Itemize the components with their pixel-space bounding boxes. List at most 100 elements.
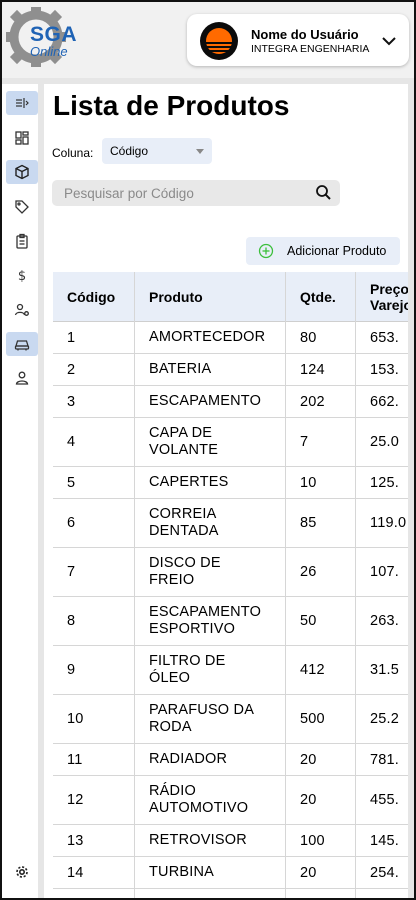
clipboard-icon	[16, 233, 28, 249]
cell-qtde: 412	[286, 646, 356, 694]
sidebar-item-tags[interactable]	[6, 195, 38, 219]
header-qtde[interactable]: Qtde.	[286, 272, 356, 322]
cell-preco-varejo: 781.	[356, 744, 408, 775]
cell-produto: RETROVISOR	[135, 825, 286, 856]
cell-preco-varejo: 254.	[356, 857, 408, 888]
cell-produto: VELA DE	[135, 889, 286, 898]
table-row[interactable]: 14 TURBINA 20 254.	[53, 857, 408, 889]
add-product-label: Adicionar Produto	[287, 244, 387, 258]
cell-preco-varejo: 119.0	[356, 499, 408, 547]
search-icon[interactable]	[315, 184, 332, 201]
cell-produto: RÁDIO AUTOMOTIVO	[135, 776, 286, 824]
table-row[interactable]: 9 FILTRO DE ÓLEO 412 31.5	[53, 646, 408, 695]
logo-subtext: Online	[30, 44, 68, 59]
sidebar-item-orders[interactable]	[6, 229, 38, 253]
table-row[interactable]: 8 ESCAPAMENTO ESPORTIVO 50 263.	[53, 597, 408, 646]
cell-qtde: 100	[286, 825, 356, 856]
table-row[interactable]: 1 AMORTECEDOR 80 653.	[53, 322, 408, 354]
cell-preco-varejo: 153.	[356, 354, 408, 385]
cell-produto: FILTRO DE ÓLEO	[135, 646, 286, 694]
app-header: SGA Online Nome do Usuário INTEGRA ENGEN…	[2, 2, 414, 78]
sidebar-item-users[interactable]	[6, 366, 38, 390]
cell-produto: RADIADOR	[135, 744, 286, 775]
cell-produto: BATERIA	[135, 354, 286, 385]
cell-qtde: 85	[286, 499, 356, 547]
table-row[interactable]: 6 CORREIA DENTADA 85 119.0	[53, 499, 408, 548]
sidebar-item-user-settings[interactable]	[6, 298, 38, 322]
user-icon	[15, 371, 29, 385]
cell-produto: ESCAPAMENTO ESPORTIVO	[135, 597, 286, 645]
dollar-icon: $	[18, 269, 26, 283]
page-title: Lista de Produtos	[53, 90, 290, 121]
sidebar-item-finance[interactable]: $	[6, 263, 38, 287]
table-row[interactable]: 3 ESCAPAMENTO 202 662.	[53, 386, 408, 418]
cell-codigo: 7	[53, 548, 135, 596]
user-menu[interactable]: Nome do Usuário INTEGRA ENGENHARIA	[187, 14, 409, 66]
table-row[interactable]: 7 DISCO DE FREIO 26 107.	[53, 548, 408, 597]
chevron-down-icon[interactable]	[380, 32, 398, 50]
search-input[interactable]: Pesquisar por Código	[52, 180, 340, 206]
add-circle-icon	[258, 243, 274, 259]
cell-qtde: 20	[286, 744, 356, 775]
table-row[interactable]: 13 RETROVISOR 100 145.	[53, 825, 408, 857]
cell-codigo: 4	[53, 418, 135, 466]
cell-preco-varejo	[356, 889, 408, 898]
main-content: Lista de Produtos Coluna: Código Pesquis…	[44, 84, 408, 898]
column-select[interactable]: Código	[102, 138, 212, 164]
settings-icon	[16, 866, 28, 878]
cell-qtde: 80	[286, 322, 356, 353]
cell-qtde	[286, 889, 356, 898]
collapse-icon	[16, 98, 29, 108]
avatar	[200, 22, 238, 60]
box-icon	[15, 164, 29, 180]
dashboard-icon	[15, 131, 29, 145]
cell-codigo: 14	[53, 857, 135, 888]
header-produto[interactable]: Produto	[135, 272, 286, 322]
cell-codigo: 10	[53, 695, 135, 743]
cell-produto: AMORTECEDOR	[135, 322, 286, 353]
sidebar-collapse-button[interactable]	[6, 91, 38, 115]
sidebar-item-products[interactable]	[6, 160, 38, 184]
cell-preco-varejo: 662.	[356, 386, 408, 417]
user-name: Nome do Usuário	[251, 27, 359, 42]
cell-qtde: 20	[286, 776, 356, 824]
sidebar-item-dashboard[interactable]	[6, 126, 38, 150]
cell-preco-varejo: 31.5	[356, 646, 408, 694]
add-product-button[interactable]: Adicionar Produto	[246, 237, 400, 265]
cell-qtde: 26	[286, 548, 356, 596]
cell-qtde: 10	[286, 467, 356, 498]
cell-produto: PARAFUSO DA RODA	[135, 695, 286, 743]
cell-preco-varejo: 145.	[356, 825, 408, 856]
cell-qtde: 124	[286, 354, 356, 385]
table-row[interactable]: VELA DE	[53, 889, 408, 898]
dropdown-arrow-icon	[196, 149, 204, 154]
cell-preco-varejo: 125.	[356, 467, 408, 498]
table-row[interactable]: 11 RADIADOR 20 781.	[53, 744, 408, 776]
cell-produto: DISCO DE FREIO	[135, 548, 286, 596]
sidebar-item-settings[interactable]	[6, 860, 38, 884]
svg-text:$: $	[18, 269, 26, 283]
table-row[interactable]: 2 BATERIA 124 153.	[53, 354, 408, 386]
cell-qtde: 500	[286, 695, 356, 743]
table-row[interactable]: 12 RÁDIO AUTOMOTIVO 20 455.	[53, 776, 408, 825]
table-row[interactable]: 4 CAPA DE VOLANTE 7 25.0	[53, 418, 408, 467]
cell-produto: TURBINA	[135, 857, 286, 888]
company-name: INTEGRA ENGENHARIA	[251, 43, 370, 55]
cell-codigo	[53, 889, 135, 898]
cell-preco-varejo: 25.0	[356, 418, 408, 466]
cell-preco-varejo: 263.	[356, 597, 408, 645]
header-preco-varejo[interactable]: Preço Varejo	[356, 272, 408, 322]
cell-codigo: 3	[53, 386, 135, 417]
cell-codigo: 6	[53, 499, 135, 547]
sidebar-item-vehicles[interactable]	[6, 332, 38, 356]
cell-preco-varejo: 455.	[356, 776, 408, 824]
cell-qtde: 7	[286, 418, 356, 466]
column-select-value: Código	[110, 144, 149, 158]
cell-codigo: 13	[53, 825, 135, 856]
table-row[interactable]: 5 CAPERTES 10 125.	[53, 467, 408, 499]
sga-logo[interactable]: SGA Online	[6, 6, 80, 74]
header-codigo[interactable]: Código	[53, 272, 135, 322]
table-header: Código Produto Qtde. Preço Varejo	[53, 272, 408, 322]
cell-qtde: 50	[286, 597, 356, 645]
table-row[interactable]: 10 PARAFUSO DA RODA 500 25.2	[53, 695, 408, 744]
